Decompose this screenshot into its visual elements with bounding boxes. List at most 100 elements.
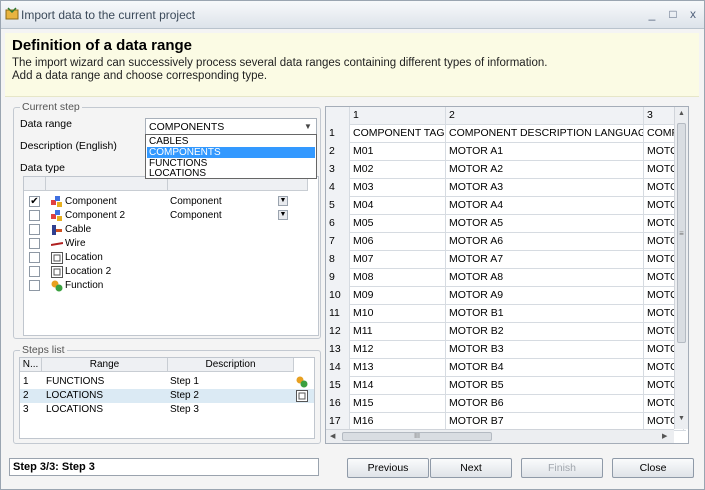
grid-cell[interactable]: M14 [350, 377, 446, 395]
horizontal-scrollbar[interactable]: ◀ III ▶ [326, 429, 674, 443]
grid-cell[interactable]: MOTOR A4 [446, 197, 644, 215]
grid-row-number[interactable]: 10 [326, 287, 350, 305]
table-row[interactable]: 4 M03 MOTOR A3 MOTO [326, 179, 686, 197]
data-type-row[interactable]: Location 2 [24, 265, 318, 279]
grid-row-number[interactable]: 7 [326, 233, 350, 251]
grid-cell[interactable]: M13 [350, 359, 446, 377]
data-preview-grid[interactable]: 1 2 3 1 COMPONENT TAG COMPONENT DESCRIPTION L… [325, 106, 689, 444]
grid-row-number[interactable]: 6 [326, 215, 350, 233]
horizontal-scroll-thumb[interactable]: III [342, 432, 492, 441]
table-row[interactable]: 6 M05 MOTOR A5 MOTO [326, 215, 686, 233]
data-type-row[interactable]: Function [24, 279, 318, 293]
grid-cell[interactable]: M02 [350, 161, 446, 179]
steps-column-header-range[interactable]: Range [42, 358, 168, 372]
grid-cell[interactable]: M03 [350, 179, 446, 197]
grid-column-header[interactable]: 2 [446, 107, 644, 125]
table-row[interactable]: 3 M02 MOTOR A2 MOTO [326, 161, 686, 179]
grid-row-number[interactable]: 11 [326, 305, 350, 323]
table-row[interactable]: 13 M12 MOTOR B3 MOTO [326, 341, 686, 359]
grid-cell[interactable]: M06 [350, 233, 446, 251]
grid-cell[interactable]: MOTOR B6 [446, 395, 644, 413]
grid-cell[interactable]: M07 [350, 251, 446, 269]
steps-column-header-description[interactable]: Description [168, 358, 294, 372]
grid-cell[interactable]: M15 [350, 395, 446, 413]
scroll-right-icon[interactable]: ▶ [662, 432, 667, 440]
grid-cell[interactable]: COMPONENT TAG [350, 125, 446, 143]
grid-column-header[interactable]: 1 [350, 107, 446, 125]
table-row[interactable]: 8 M07 MOTOR A7 MOTO [326, 251, 686, 269]
data-type-row[interactable]: Cable [24, 223, 318, 237]
dropdown-option-cables[interactable]: CABLES [147, 136, 315, 147]
close-button[interactable]: Close [612, 458, 694, 478]
scroll-up-icon[interactable]: ▲ [677, 110, 686, 117]
data-type-checkbox[interactable] [29, 280, 40, 291]
table-row[interactable]: 15 M14 MOTOR B5 MOTO [326, 377, 686, 395]
grid-cell[interactable]: MOTOR B1 [446, 305, 644, 323]
grid-cell[interactable]: M01 [350, 143, 446, 161]
table-row[interactable]: 1 COMPONENT TAG COMPONENT DESCRIPTION LANG… [326, 125, 686, 143]
data-type-checkbox[interactable]: ✔ [29, 196, 40, 207]
next-button[interactable]: Next [430, 458, 512, 478]
grid-cell[interactable]: MOTOR B3 [446, 341, 644, 359]
table-row[interactable]: 2 LOCATIONS Step 2 [20, 389, 314, 403]
table-row[interactable]: 11 M10 MOTOR B1 MOTO [326, 305, 686, 323]
chevron-down-icon[interactable]: ▼ [278, 210, 288, 220]
table-row[interactable]: 16 M15 MOTOR B6 MOTO [326, 395, 686, 413]
data-type-row[interactable]: Component 2 Component ▼ [24, 209, 318, 223]
grid-row-number[interactable]: 8 [326, 251, 350, 269]
table-row[interactable]: 2 M01 MOTOR A1 MOTO [326, 143, 686, 161]
grid-cell[interactable]: M11 [350, 323, 446, 341]
grid-row-number[interactable]: 12 [326, 323, 350, 341]
data-type-checkbox[interactable] [29, 266, 40, 277]
data-type-checkbox[interactable] [29, 238, 40, 249]
grid-cell[interactable]: MOTOR B2 [446, 323, 644, 341]
close-window-button[interactable]: x [685, 6, 701, 22]
grid-cell[interactable]: MOTOR A1 [446, 143, 644, 161]
grid-cell[interactable]: MOTOR A5 [446, 215, 644, 233]
table-row[interactable]: 9 M08 MOTOR A8 MOTO [326, 269, 686, 287]
grid-row-number[interactable]: 5 [326, 197, 350, 215]
finish-button[interactable]: Finish [521, 458, 603, 478]
minimize-button[interactable]: _ [644, 6, 660, 22]
grid-cell[interactable]: M09 [350, 287, 446, 305]
grid-row-number[interactable]: 1 [326, 125, 350, 143]
vertical-scrollbar[interactable]: ▲ ≡ ▼ [674, 107, 688, 429]
data-type-checkbox[interactable] [29, 210, 40, 221]
data-type-checkbox[interactable] [29, 224, 40, 235]
grid-cell[interactable]: MOTOR B5 [446, 377, 644, 395]
chevron-down-icon[interactable]: ▼ [278, 196, 288, 206]
grid-cell[interactable]: MOTOR A8 [446, 269, 644, 287]
table-row[interactable]: 1 FUNCTIONS Step 1 [20, 375, 314, 389]
grid-row-number[interactable]: 3 [326, 161, 350, 179]
grid-cell[interactable]: COMPONENT DESCRIPTION LANGUAGE 1 [446, 125, 644, 143]
grid-row-number[interactable]: 9 [326, 269, 350, 287]
data-type-row[interactable]: Location [24, 251, 318, 265]
scroll-left-icon[interactable]: ◀ [330, 432, 335, 440]
data-type-checkbox[interactable] [29, 252, 40, 263]
grid-cell[interactable]: M04 [350, 197, 446, 215]
grid-row-number[interactable]: 14 [326, 359, 350, 377]
table-row[interactable]: 7 M06 MOTOR A6 MOTO [326, 233, 686, 251]
chevron-down-icon[interactable]: ▼ [300, 119, 316, 135]
grid-cell[interactable]: MOTOR A2 [446, 161, 644, 179]
grid-column-header[interactable] [326, 107, 350, 125]
grid-row-number[interactable]: 13 [326, 341, 350, 359]
grid-cell[interactable]: M08 [350, 269, 446, 287]
grid-header-row[interactable]: 123 [326, 107, 686, 125]
grid-cell[interactable]: MOTOR A6 [446, 233, 644, 251]
grid-row-number[interactable]: 2 [326, 143, 350, 161]
maximize-button[interactable]: □ [665, 6, 681, 22]
data-type-row[interactable]: Wire [24, 237, 318, 251]
table-row[interactable]: 5 M04 MOTOR A4 MOTO [326, 197, 686, 215]
data-type-row[interactable]: ✔ Component Component ▼ [24, 195, 318, 209]
grid-cell[interactable]: M10 [350, 305, 446, 323]
grid-cell[interactable]: M12 [350, 341, 446, 359]
table-row[interactable]: 3 LOCATIONS Step 3 [20, 403, 314, 417]
grid-row-number[interactable]: 16 [326, 395, 350, 413]
grid-cell[interactable]: MOTOR A3 [446, 179, 644, 197]
previous-button[interactable]: Previous [347, 458, 429, 478]
grid-cell[interactable]: MOTOR A9 [446, 287, 644, 305]
grid-row-number[interactable]: 15 [326, 377, 350, 395]
dropdown-option-components[interactable]: COMPONENTS [147, 147, 315, 158]
table-row[interactable]: 10 M09 MOTOR A9 MOTO [326, 287, 686, 305]
